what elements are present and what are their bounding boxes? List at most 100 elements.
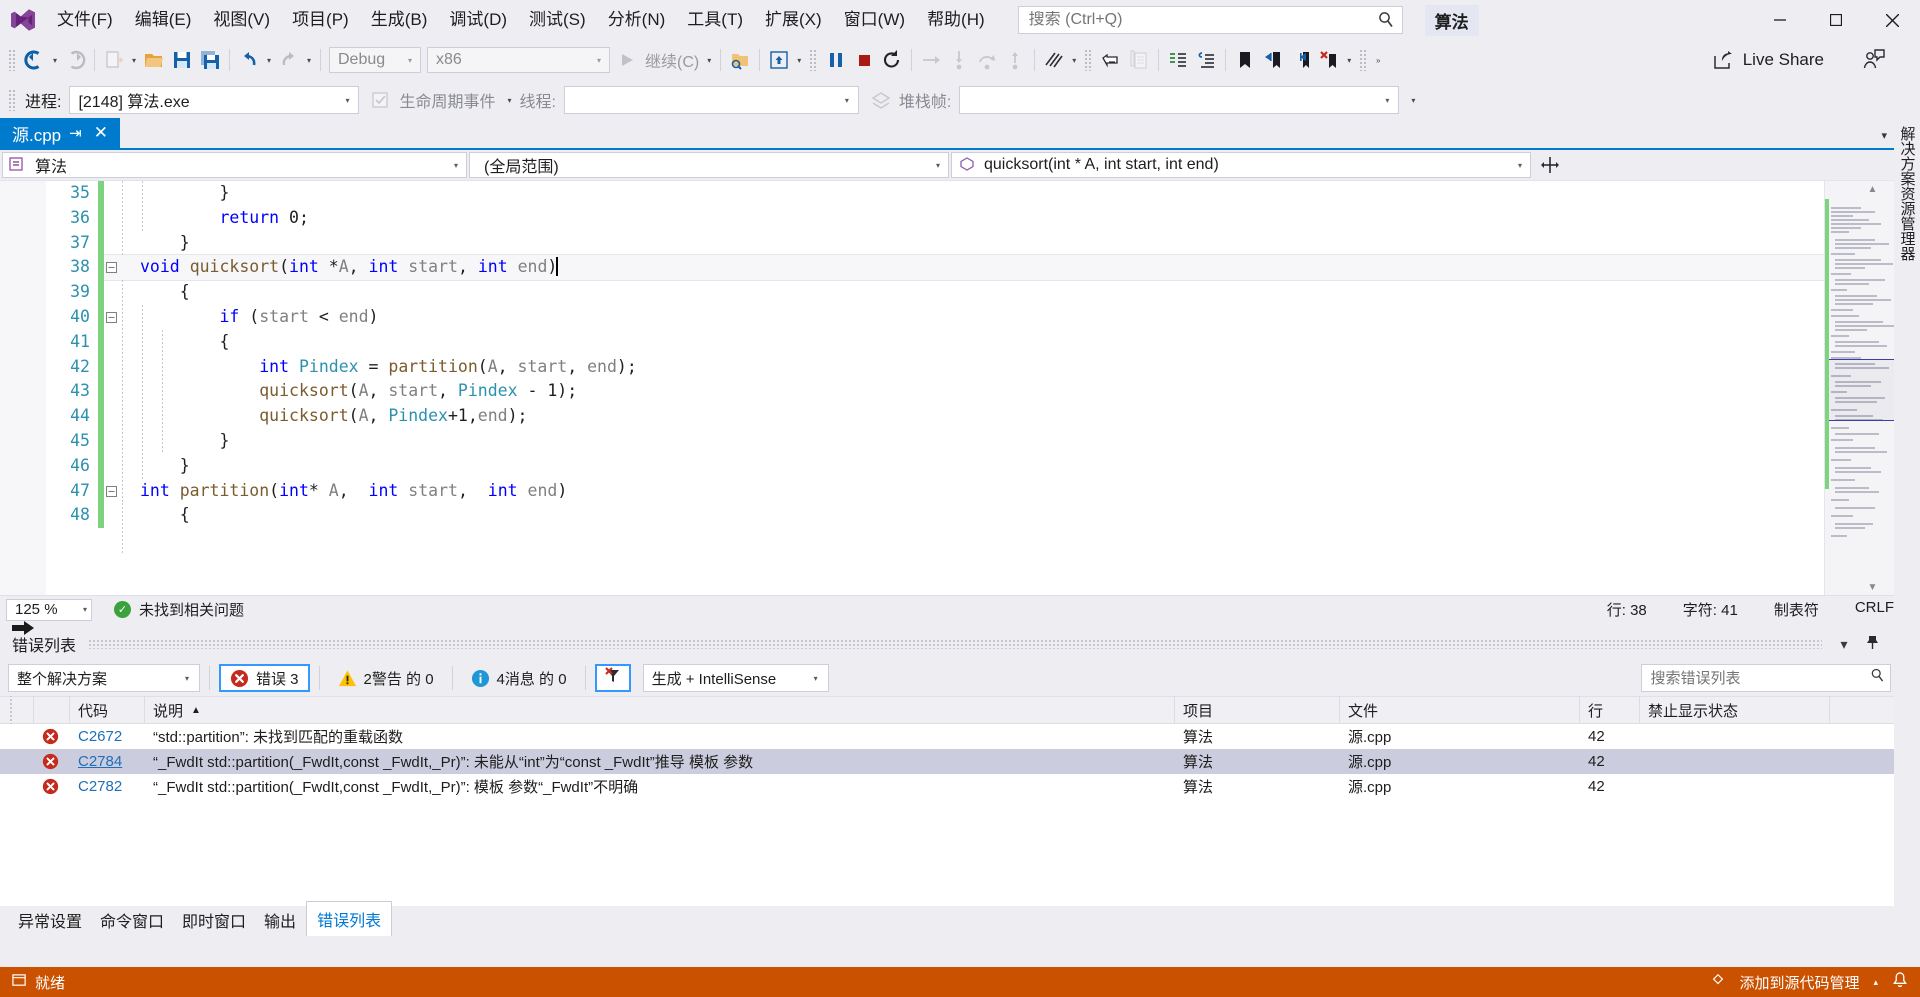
error-code[interactable]: C2672 — [70, 724, 145, 749]
panel-pin-icon[interactable] — [1862, 635, 1882, 653]
bookmark-dropdown[interactable]: ▾ — [1343, 56, 1355, 65]
column-header-suppression[interactable]: 禁止显示状态 — [1640, 696, 1830, 724]
debug-toolbar-overflow[interactable]: ▾ — [1407, 96, 1419, 105]
code-line[interactable]: int partition(int* A, int start, int end… — [104, 479, 1824, 504]
menu-item-window[interactable]: 窗口(W) — [833, 5, 916, 35]
fold-toggle-icon[interactable]: – — [106, 262, 117, 274]
save-button[interactable] — [168, 45, 196, 75]
new-item-dropdown[interactable]: ▾ — [128, 56, 140, 65]
navbar-project-combo[interactable]: 算法 ▾ — [2, 152, 467, 178]
tool-window-tab-2[interactable]: 即时窗口 — [174, 904, 254, 936]
code-line[interactable]: { — [104, 503, 1824, 528]
close-icon[interactable]: ✕ — [90, 123, 112, 143]
threads-dropdown[interactable]: ▾ — [1068, 56, 1080, 65]
menu-item-debug[interactable]: 调试(D) — [438, 5, 518, 35]
column-header-file[interactable]: 文件 — [1340, 696, 1580, 724]
next-bookmark-button[interactable] — [1287, 45, 1315, 75]
start-debug-button[interactable] — [613, 45, 641, 75]
toolbar-grip-3[interactable] — [1084, 49, 1094, 71]
toolbar-grip-2[interactable] — [809, 49, 819, 71]
code-editor[interactable]: 35 36 37 38 39 40 41 42 43 44 45 46 47 48 } return 0;… — [0, 180, 1920, 635]
step-over-button[interactable] — [973, 45, 1001, 75]
global-search-box[interactable] — [1017, 6, 1403, 34]
code-line[interactable]: int Pindex = partition(A, start, end); — [104, 355, 1824, 380]
chevron-up-icon[interactable]: ▴ — [1873, 977, 1878, 988]
redo-dropdown[interactable]: ▾ — [303, 56, 315, 65]
code-line[interactable]: return 0; — [104, 206, 1824, 231]
process-combo[interactable]: [2148] 算法.exe ▾ — [69, 86, 360, 114]
toolbar-grip[interactable] — [8, 49, 17, 71]
column-header-description[interactable]: 说明 ▲ — [145, 696, 1175, 724]
code-line[interactable]: } — [104, 231, 1824, 256]
redo-button[interactable] — [275, 45, 303, 75]
column-header-severity[interactable] — [34, 696, 70, 724]
search-input[interactable] — [1028, 11, 1376, 29]
column-header-code[interactable]: 代码 — [70, 696, 145, 724]
lifecycle-events-button[interactable] — [367, 85, 395, 115]
pause-button[interactable] — [822, 45, 850, 75]
scope-filter-combo[interactable]: 整个解决方案 ▾ — [8, 664, 200, 692]
breakpoint-gutter[interactable] — [0, 181, 46, 635]
bell-icon[interactable] — [1892, 971, 1908, 993]
tool-window-tab-0[interactable]: 异常设置 — [10, 904, 90, 936]
code-line[interactable]: { — [104, 330, 1824, 355]
table-row[interactable]: C2784 “_FwdIt std::partition(_FwdIt,const… — [0, 749, 1920, 774]
split-editor-button[interactable] — [1533, 152, 1567, 178]
navigate-backward-dropdown[interactable]: ▾ — [49, 56, 61, 65]
error-search-box[interactable] — [1641, 664, 1892, 692]
start-debug-label[interactable]: 继续(C) — [641, 48, 703, 72]
toolbar-overflow-button[interactable]: » — [1372, 56, 1384, 65]
column-header-line[interactable]: 行 — [1580, 696, 1640, 724]
new-item-button[interactable] — [100, 45, 128, 75]
code-line[interactable]: { — [104, 280, 1824, 305]
toggle-stack-frame-button[interactable] — [867, 85, 895, 115]
errors-filter-toggle[interactable]: 错误 3 — [219, 664, 310, 692]
thread-combo[interactable]: ▾ — [563, 86, 859, 114]
clear-filter-button[interactable] — [594, 664, 631, 692]
step-out-button[interactable] — [1001, 45, 1029, 75]
decrease-indent-button[interactable] — [1192, 45, 1220, 75]
clear-bookmarks-button[interactable] — [1315, 45, 1343, 75]
messages-filter-toggle[interactable]: 4消息 的 0 — [462, 664, 576, 692]
close-button[interactable] — [1864, 0, 1920, 40]
break-all-dropdown[interactable]: ▾ — [793, 56, 805, 65]
start-debug-dropdown[interactable]: ▾ — [703, 56, 715, 65]
code-line[interactable]: quicksort(A, Pindex+1,end); — [104, 404, 1824, 429]
menu-item-file[interactable]: 文件(F) — [46, 5, 124, 35]
solution-explorer-vertical-tab[interactable]: 解决方案资源管理器 — [1893, 116, 1920, 271]
comment-selection-button[interactable] — [1097, 45, 1125, 75]
toolbar-grip-4[interactable] — [1359, 49, 1369, 71]
document-tab-source-cpp[interactable]: 源.cpp ⇥ ✕ — [0, 118, 120, 148]
menu-item-tools[interactable]: 工具(T) — [676, 5, 754, 35]
add-to-source-control-label[interactable]: 添加到源代码管理 — [1739, 972, 1859, 993]
navigate-backward-button[interactable] — [21, 45, 49, 75]
toggle-bookmark-button[interactable] — [1231, 45, 1259, 75]
pin-icon[interactable]: ⇥ — [69, 124, 82, 142]
error-search-input[interactable] — [1650, 669, 1870, 687]
tool-window-tab-4[interactable]: 错误列表 — [306, 901, 393, 936]
panel-options-icon[interactable]: ▾ — [1834, 636, 1854, 653]
navbar-member-combo[interactable]: quicksort(int * A, int start, int end) ▾ — [951, 152, 1531, 178]
code-line[interactable]: } — [104, 181, 1824, 206]
feedback-icon[interactable] — [1862, 48, 1886, 72]
navigate-forward-button[interactable] — [61, 45, 89, 75]
undo-button[interactable] — [235, 45, 263, 75]
step-into-button[interactable] — [945, 45, 973, 75]
menu-item-view[interactable]: 视图(V) — [202, 5, 281, 35]
break-all-toggle-button[interactable] — [765, 45, 793, 75]
debug-toolbar-grip[interactable] — [8, 89, 17, 111]
navbar-scope-combo[interactable]: (全局范围) ▾ — [469, 152, 949, 178]
tool-window-tab-3[interactable]: 输出 — [256, 904, 304, 936]
zoom-level-combo[interactable]: 125 % ▾ — [6, 598, 92, 621]
error-code[interactable]: C2782 — [70, 774, 145, 799]
menu-item-edit[interactable]: 编辑(E) — [124, 5, 203, 35]
error-code[interactable]: C2784 — [70, 749, 145, 774]
code-line[interactable]: } — [104, 429, 1824, 454]
menu-item-build[interactable]: 生成(B) — [360, 5, 439, 35]
table-row[interactable]: C2672 “std::partition”: 未找到匹配的重载函数 算法 源.cpp… — [0, 724, 1920, 749]
stackframe-combo[interactable]: ▾ — [959, 86, 1400, 114]
menu-item-test[interactable]: 测试(S) — [518, 5, 597, 35]
panel-drag-grip[interactable] — [88, 639, 1822, 649]
menu-item-project[interactable]: 项目(P) — [281, 5, 360, 35]
table-row[interactable]: C2782 “_FwdIt std::partition(_FwdIt,const… — [0, 774, 1920, 799]
